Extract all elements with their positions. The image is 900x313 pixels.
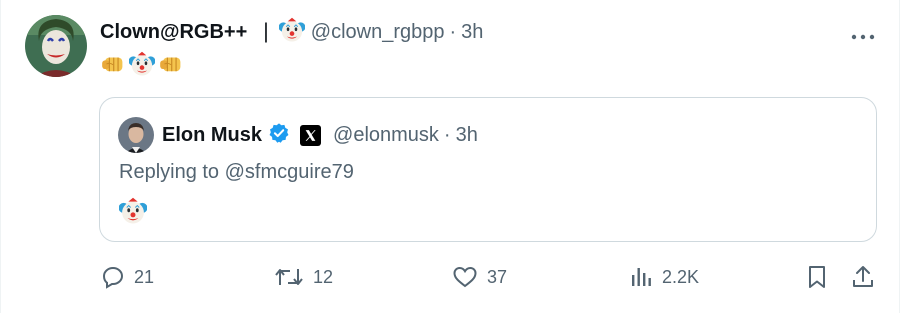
tweet-timestamp[interactable]: 3h — [461, 21, 483, 44]
views-icon — [632, 268, 651, 286]
quoted-tweet[interactable]: Elon Musk @elonmusk · 3h Replying to @sf… — [99, 97, 877, 242]
reply-icon — [102, 266, 124, 289]
author-avatar[interactable] — [25, 15, 87, 77]
like-button[interactable]: 37 — [452, 262, 507, 292]
replying-to-line: Replying to @sfmcguire79 — [119, 161, 354, 184]
dot-separator: · — [449, 20, 457, 43]
clown-emoji — [279, 17, 305, 48]
reply-count: 21 — [134, 266, 155, 287]
dot-separator: · — [443, 123, 451, 146]
replying-to-label: Replying to — [119, 161, 225, 183]
tweet-header: Clown@RGB++ | @clown_rgbpp · 3h — [100, 19, 483, 45]
verified-icon — [268, 122, 290, 149]
clown-emoji — [119, 197, 147, 230]
repost-count: 12 — [313, 266, 334, 287]
reply-button[interactable]: 21 — [101, 262, 154, 292]
more-icon[interactable] — [851, 28, 875, 40]
repost-button[interactable]: 12 — [274, 262, 333, 292]
share-icon — [853, 266, 873, 287]
like-count: 37 — [487, 266, 508, 287]
quoted-tweet-header: Elon Musk @elonmusk · 3h — [162, 122, 478, 148]
repost-icon — [275, 269, 303, 285]
fist-emoji — [100, 51, 126, 82]
tweet-text — [100, 53, 184, 79]
share-button[interactable] — [851, 262, 875, 292]
bookmark-button[interactable] — [805, 262, 829, 292]
author-handle[interactable]: @clown_rgbpp — [311, 21, 445, 44]
like-icon — [453, 266, 477, 288]
author-name[interactable]: Clown@RGB++ — [100, 21, 247, 44]
name-separator: | — [263, 20, 269, 43]
quoted-tweet-timestamp[interactable]: 3h — [456, 124, 478, 147]
fist-emoji — [158, 51, 184, 82]
views-button[interactable]: 2.2K — [629, 262, 699, 292]
quoted-author-handle[interactable]: @elonmusk — [333, 124, 439, 147]
x-logo-icon — [300, 124, 322, 146]
view-count: 2.2K — [662, 266, 700, 287]
clown-emoji — [129, 51, 155, 82]
tweet[interactable]: Clown@RGB++ | @clown_rgbpp · 3h Elon Mus… — [0, 0, 900, 313]
quoted-author-name[interactable]: Elon Musk — [162, 124, 262, 147]
bookmark-icon — [809, 266, 825, 288]
quoted-author-avatar[interactable] — [118, 117, 154, 153]
reply-target-link[interactable]: @sfmcguire79 — [225, 161, 354, 183]
action-bar: 21 12 37 2.2K — [1, 262, 900, 292]
